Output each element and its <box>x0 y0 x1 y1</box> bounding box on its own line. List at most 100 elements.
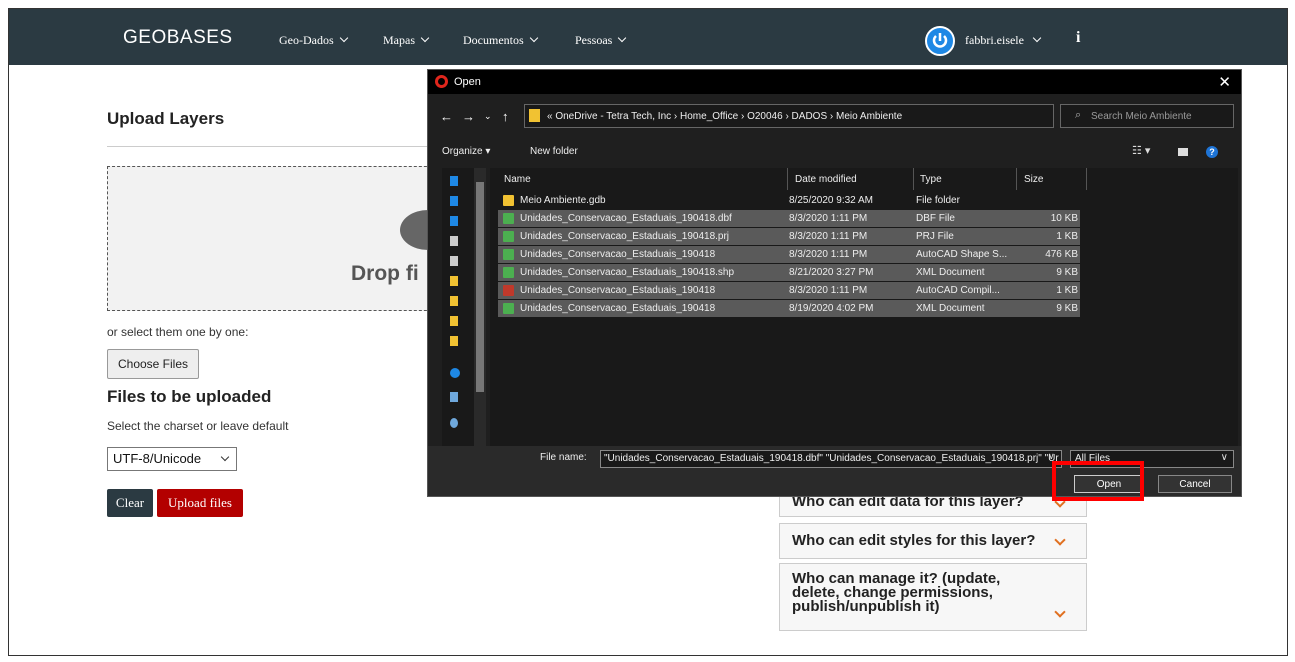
dialog-title: Open <box>454 76 481 88</box>
file-type: AutoCAD Compil... <box>916 285 1000 296</box>
file-name: Meio Ambiente.gdb <box>520 195 606 206</box>
file-name: Unidades_Conservacao_Estaduais_190418 <box>520 249 716 260</box>
network-icon[interactable] <box>450 418 458 428</box>
file-row[interactable]: Unidades_Conservacao_Estaduais_190418.pr… <box>498 228 1080 245</box>
file-name: Unidades_Conservacao_Estaduais_190418.db… <box>520 213 732 224</box>
folder-icon <box>529 109 540 122</box>
column-separator[interactable] <box>787 168 788 190</box>
file-name-input[interactable]: "Unidades_Conservacao_Estaduais_190418.d… <box>600 450 1062 468</box>
highlight-box <box>1052 461 1144 501</box>
files-to-upload-heading: Files to be uploaded <box>107 387 272 406</box>
file-dropzone[interactable]: Drop fi <box>107 166 456 311</box>
navigation-pane[interactable] <box>442 168 486 446</box>
file-icon <box>503 285 514 296</box>
documents-icon[interactable] <box>450 236 458 246</box>
cancel-button[interactable]: Cancel <box>1158 475 1232 493</box>
close-icon[interactable]: ✕ <box>1218 73 1231 91</box>
clear-button[interactable]: Clear <box>107 489 153 517</box>
new-folder-button[interactable]: New folder <box>530 146 578 157</box>
file-date: 8/19/2020 4:02 PM <box>789 303 874 314</box>
nav-pessoas[interactable]: Pessoas <box>575 33 627 48</box>
file-row[interactable]: Unidades_Conservacao_Estaduais_190418 8/3… <box>498 246 1080 263</box>
user-menu[interactable]: fabbri.eisele <box>965 33 1042 48</box>
quick-access-icon[interactable] <box>450 176 458 186</box>
file-row[interactable]: Unidades_Conservacao_Estaduais_190418 8/3… <box>498 282 1080 299</box>
nav-documentos[interactable]: Documentos <box>463 33 538 48</box>
folder-icon[interactable] <box>450 336 458 346</box>
file-name-label: File name: <box>540 452 587 463</box>
file-date: 8/3/2020 1:11 PM <box>789 213 868 224</box>
file-size: 476 KB <box>1045 249 1078 260</box>
file-list: Name Date modified Type Size Meio Ambien… <box>490 168 1238 446</box>
file-icon <box>503 267 514 278</box>
file-row[interactable]: Meio Ambiente.gdb 8/25/2020 9:32 AM File f… <box>498 192 1080 209</box>
file-date: 8/3/2020 1:11 PM <box>789 285 868 296</box>
chevron-down-icon <box>220 452 230 462</box>
search-icon: ⌕ <box>1075 109 1082 121</box>
view-options-icon[interactable]: ☷ ▾ <box>1132 144 1150 157</box>
chevron-down-icon <box>1054 606 1066 618</box>
open-file-dialog: Open ✕ ← → ⌄ ↑ « OneDrive - Tetra Tech, … <box>427 69 1242 497</box>
pictures-icon[interactable] <box>450 256 458 266</box>
nav-mapas[interactable]: Mapas <box>383 33 430 48</box>
column-header-type[interactable]: Type <box>920 174 942 185</box>
forward-arrow-icon[interactable]: → <box>462 109 475 124</box>
brand-logo[interactable]: GEOBASES <box>123 27 233 49</box>
folder-icon[interactable] <box>450 276 458 286</box>
dialog-toolbar: Organize ▾ New folder ☷ ▾ ? <box>428 142 1241 164</box>
upload-files-button[interactable]: Upload files <box>157 489 243 517</box>
address-bar[interactable]: « OneDrive - Tetra Tech, Inc › Home_Offi… <box>524 104 1138 128</box>
column-header-date[interactable]: Date modified <box>795 174 857 185</box>
up-arrow-icon[interactable]: ↑ <box>502 109 509 124</box>
address-path: « OneDrive - Tetra Tech, Inc › Home_Offi… <box>547 111 903 122</box>
scrollbar-thumb[interactable] <box>476 182 484 392</box>
chevron-down-icon: ∨ <box>1220 452 1228 463</box>
page-title: Upload Layers <box>107 109 225 128</box>
accordion-manage[interactable]: Who can manage it? (update, delete, chan… <box>779 563 1087 631</box>
file-size: 9 KB <box>1056 303 1078 314</box>
organize-menu[interactable]: Organize ▾ <box>442 146 490 157</box>
preview-pane-icon[interactable] <box>1178 148 1188 156</box>
file-row[interactable]: Unidades_Conservacao_Estaduais_190418.db… <box>498 210 1080 227</box>
onedrive-icon[interactable] <box>450 368 460 378</box>
file-name: Unidades_Conservacao_Estaduais_190418.sh… <box>520 267 735 278</box>
column-separator[interactable] <box>913 168 914 190</box>
accordion-edit-styles[interactable]: Who can edit styles for this layer? <box>779 523 1087 559</box>
this-pc-icon[interactable] <box>450 392 458 402</box>
help-icon[interactable]: ? <box>1206 146 1218 158</box>
chevron-down-icon <box>339 33 348 43</box>
nav-geo-dados[interactable]: Geo-Dados <box>279 33 348 48</box>
file-date: 8/3/2020 1:11 PM <box>789 231 868 242</box>
info-icon[interactable]: i <box>1076 29 1080 47</box>
file-row[interactable]: Unidades_Conservacao_Estaduais_190418.sh… <box>498 264 1080 281</box>
file-icon <box>503 213 514 224</box>
folder-icon[interactable] <box>450 296 458 306</box>
user-avatar[interactable] <box>925 26 955 56</box>
folder-icon <box>503 195 514 206</box>
file-row[interactable]: Unidades_Conservacao_Estaduais_190418 8/1… <box>498 300 1080 317</box>
column-header-name[interactable]: Name <box>504 174 531 185</box>
recent-chevron-icon[interactable]: ⌄ <box>484 111 492 122</box>
column-header-size[interactable]: Size <box>1024 174 1043 185</box>
downloads-icon[interactable] <box>450 216 458 226</box>
charset-label: Select the charset or leave default <box>107 419 289 433</box>
dialog-titlebar: Open ✕ <box>428 70 1241 94</box>
folder-icon[interactable] <box>450 316 458 326</box>
chevron-down-icon <box>1032 33 1042 43</box>
file-date: 8/21/2020 3:27 PM <box>789 267 874 278</box>
file-icon <box>503 303 514 314</box>
choose-files-button[interactable]: Choose Files <box>107 349 199 379</box>
file-size: 1 KB <box>1056 231 1078 242</box>
file-name: Unidades_Conservacao_Estaduais_190418 <box>520 303 716 314</box>
search-input[interactable]: ⌕ Search Meio Ambiente <box>1060 104 1234 128</box>
back-arrow-icon[interactable]: ← <box>440 109 453 124</box>
column-separator[interactable] <box>1016 168 1017 190</box>
file-date: 8/25/2020 9:32 AM <box>789 195 873 206</box>
column-separator[interactable] <box>1086 168 1087 190</box>
nav-scrollbar[interactable] <box>474 168 486 446</box>
file-type: PRJ File <box>916 231 954 242</box>
charset-select[interactable]: UTF-8/Unicode <box>107 447 237 471</box>
desktop-icon[interactable] <box>450 196 458 206</box>
file-type: XML Document <box>916 267 985 278</box>
chevron-down-icon <box>618 33 627 43</box>
